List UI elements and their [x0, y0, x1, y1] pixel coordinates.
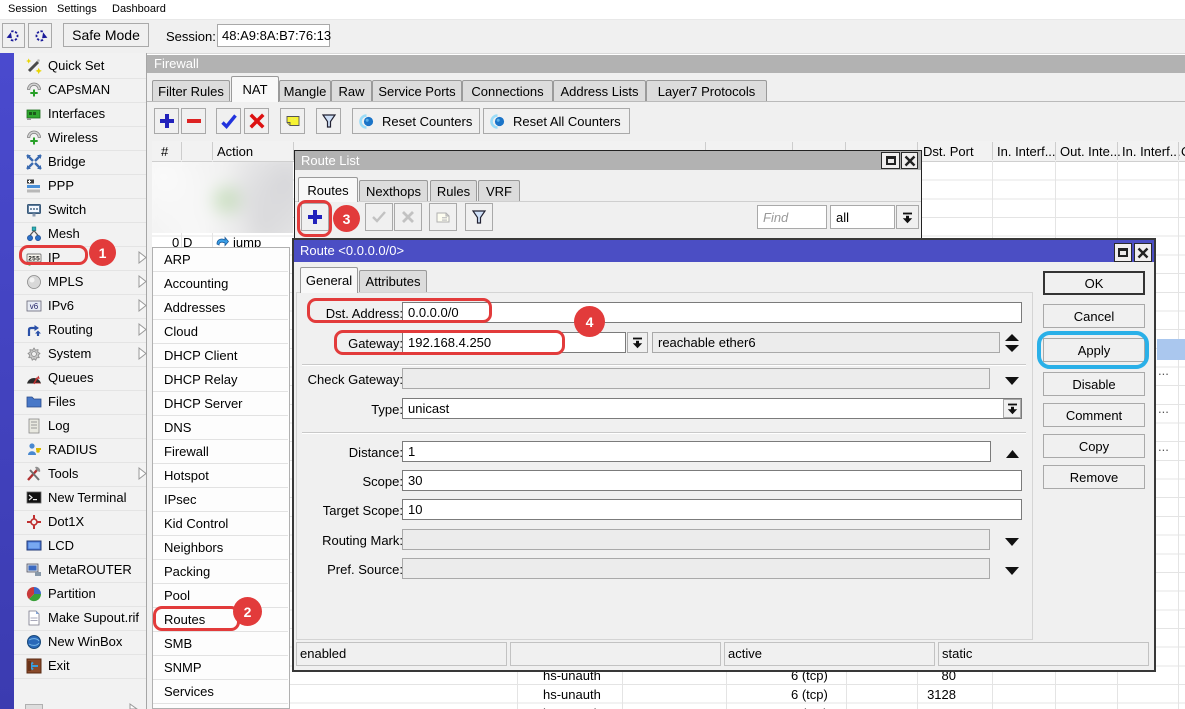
svg-text:v6: v6: [30, 302, 39, 311]
